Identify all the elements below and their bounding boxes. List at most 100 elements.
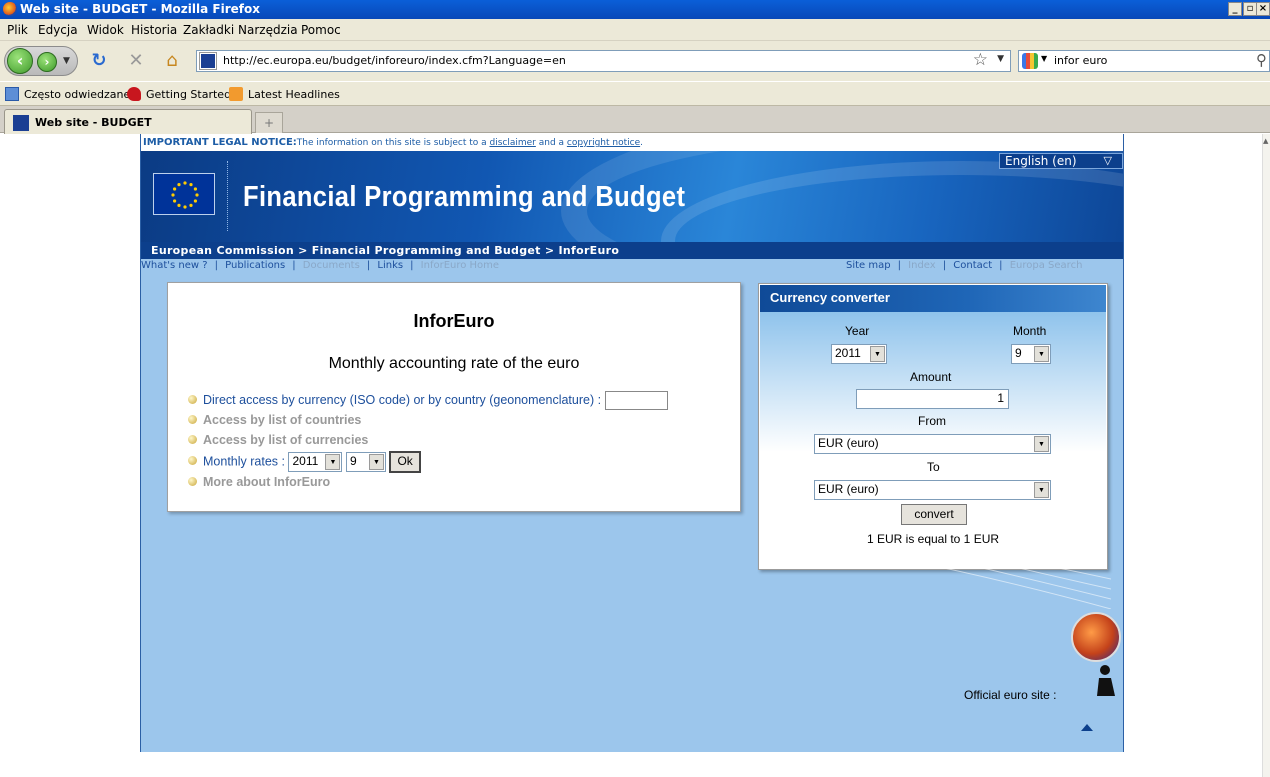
bookmark-star-icon[interactable]: ☆ bbox=[973, 50, 988, 70]
divider: | bbox=[214, 260, 218, 271]
list-of-currencies-link[interactable]: Access by list of currencies bbox=[203, 433, 368, 447]
search-input[interactable]: infor euro bbox=[1054, 54, 1107, 67]
bullet-icon bbox=[188, 456, 197, 466]
bookmark-label: Latest Headlines bbox=[248, 88, 340, 101]
converter-year-select[interactable]: 2011 ▼ bbox=[831, 344, 887, 364]
chevron-down-icon[interactable]: ▼ bbox=[368, 454, 384, 470]
link-index: Index bbox=[908, 260, 936, 271]
bookmark-czesto-odwiedzane[interactable]: Często odwiedzane bbox=[5, 87, 130, 101]
link-publications[interactable]: Publications bbox=[225, 260, 285, 271]
close-button[interactable]: × bbox=[1256, 2, 1270, 16]
divider: | bbox=[410, 260, 414, 271]
navigation-toolbar: ‹ › ▼ ↻ ✕ ⌂ http://ec.europa.eu/budget/i… bbox=[0, 41, 1270, 81]
tab-label: Web site - BUDGET bbox=[35, 116, 152, 129]
minimize-button[interactable]: _ bbox=[1228, 2, 1242, 16]
site-banner: Financial Programming and Budget English… bbox=[141, 151, 1123, 242]
search-bar[interactable]: ▼ infor euro ⚲ bbox=[1018, 50, 1270, 72]
to-currency-value: EUR (euro) bbox=[818, 482, 879, 496]
chevron-down-icon[interactable]: ▼ bbox=[1034, 482, 1049, 498]
tab-web-site-budget[interactable]: Web site - BUDGET bbox=[4, 109, 252, 134]
divider: | bbox=[366, 260, 371, 271]
euro-globe-logo[interactable] bbox=[1071, 612, 1121, 662]
divider: | bbox=[897, 260, 901, 271]
chevron-down-icon: ▽ bbox=[1103, 154, 1112, 167]
language-selector[interactable]: English (en) ▽ bbox=[999, 153, 1123, 169]
bullet-icon bbox=[188, 415, 197, 424]
menu-zakladki[interactable]: Zakładki bbox=[183, 23, 234, 37]
folder-icon bbox=[5, 87, 19, 101]
menu-widok[interactable]: Widok bbox=[87, 23, 124, 37]
divider: | bbox=[942, 260, 947, 271]
currency-converter-panel: Currency converter Year Month 2011 ▼ 9 ▼ A… bbox=[758, 283, 1108, 570]
menu-plik[interactable]: Plik bbox=[7, 23, 28, 37]
google-search-engine-icon[interactable] bbox=[1022, 53, 1038, 69]
search-icon[interactable]: ⚲ bbox=[1256, 51, 1267, 69]
maximize-button[interactable]: ▫ bbox=[1243, 2, 1257, 16]
option-monthly-rates: Monthly rates : 2011 ▼ 9 ▼ Ok bbox=[188, 451, 421, 473]
history-dropdown-icon[interactable]: ▼ bbox=[63, 56, 70, 66]
currency-converter-header: Currency converter bbox=[760, 285, 1106, 312]
chevron-down-icon[interactable]: ▼ bbox=[1034, 346, 1049, 362]
chevron-down-icon[interactable]: ▼ bbox=[870, 346, 885, 362]
link-documents: Documents bbox=[302, 260, 360, 271]
list-of-countries-link[interactable]: Access by list of countries bbox=[203, 413, 361, 427]
stop-icon[interactable]: ✕ bbox=[126, 51, 146, 71]
url-dropdown-icon[interactable]: ▼ bbox=[997, 54, 1004, 64]
vertical-scrollbar[interactable]: ▲ bbox=[1262, 134, 1270, 777]
site-title: Financial Programming and Budget bbox=[243, 181, 686, 213]
new-tab-button[interactable]: + bbox=[255, 112, 283, 133]
currency-code-input[interactable] bbox=[605, 391, 669, 410]
window-title-bar: Web site - BUDGET - Mozilla Firefox _ ▫ … bbox=[0, 0, 1270, 19]
search-engine-dropdown-icon[interactable]: ▼ bbox=[1041, 54, 1047, 63]
monthly-year-select[interactable]: 2011 ▼ bbox=[288, 452, 343, 472]
language-value: English (en) bbox=[1005, 154, 1077, 168]
link-links[interactable]: Links bbox=[377, 260, 403, 271]
breadcrumb: European Commission > Financial Programm… bbox=[141, 242, 1123, 259]
legal-notice: IMPORTANT LEGAL NOTICE:The information o… bbox=[141, 134, 1123, 151]
monthly-month-select[interactable]: 9 ▼ bbox=[345, 452, 386, 472]
firefox-bookmark-icon bbox=[127, 87, 141, 101]
amount-input[interactable]: 1 bbox=[856, 389, 1009, 409]
menu-edycja[interactable]: Edycja bbox=[38, 23, 78, 37]
copyright-notice-link[interactable]: copyright notice bbox=[567, 138, 640, 148]
convert-button[interactable]: convert bbox=[901, 504, 967, 525]
ok-button[interactable]: Ok bbox=[389, 451, 421, 473]
bookmark-getting-started[interactable]: Getting Started bbox=[127, 87, 231, 101]
menu-narzedzia[interactable]: Narzędzia bbox=[238, 23, 298, 37]
eu-flag-logo bbox=[153, 173, 215, 215]
legal-notice-text1: The information on this site is subject … bbox=[296, 138, 490, 148]
home-icon[interactable]: ⌂ bbox=[162, 51, 182, 71]
amount-label: Amount bbox=[910, 370, 952, 384]
url-text[interactable]: http://ec.europa.eu/budget/inforeuro/ind… bbox=[223, 54, 566, 67]
option-list-of-countries: Access by list of countries bbox=[188, 413, 361, 427]
panel-title: InforEuro bbox=[413, 311, 495, 331]
from-currency-select[interactable]: EUR (euro) ▼ bbox=[814, 434, 1051, 454]
link-whats-new[interactable]: What's new ? bbox=[141, 260, 208, 271]
url-bar[interactable]: http://ec.europa.eu/budget/inforeuro/ind… bbox=[196, 50, 1011, 72]
converter-month-select[interactable]: 9 ▼ bbox=[1011, 344, 1051, 364]
to-label: To bbox=[927, 460, 940, 474]
monthly-rates-label: Monthly rates : bbox=[203, 454, 285, 469]
bookmark-latest-headlines[interactable]: Latest Headlines bbox=[229, 87, 340, 101]
link-contact[interactable]: Contact bbox=[953, 260, 992, 271]
top-links-left: What's new ? | Publications | Documents | L… bbox=[141, 260, 503, 271]
menu-pomoc[interactable]: Pomoc bbox=[301, 23, 341, 37]
disclaimer-link[interactable]: disclaimer bbox=[489, 138, 535, 148]
forward-button[interactable]: › bbox=[37, 52, 57, 72]
chevron-down-icon[interactable]: ▼ bbox=[1034, 436, 1049, 452]
back-button[interactable]: ‹ bbox=[7, 48, 33, 74]
to-currency-select[interactable]: EUR (euro) ▼ bbox=[814, 480, 1051, 500]
bullet-icon bbox=[188, 435, 197, 444]
back-to-top-icon[interactable] bbox=[1081, 724, 1093, 731]
chevron-down-icon[interactable]: ▼ bbox=[325, 454, 341, 470]
scroll-up-arrow-icon[interactable]: ▲ bbox=[1263, 137, 1268, 145]
direct-access-label[interactable]: Direct access by currency (ISO code) or … bbox=[203, 393, 601, 407]
web-page: IMPORTANT LEGAL NOTICE:The information o… bbox=[140, 134, 1124, 752]
converter-month-value: 9 bbox=[1015, 346, 1022, 360]
more-about-link[interactable]: More about InforEuro bbox=[203, 475, 330, 489]
menu-historia[interactable]: Historia bbox=[131, 23, 177, 37]
reload-icon[interactable]: ↻ bbox=[89, 51, 109, 71]
from-label: From bbox=[918, 414, 946, 428]
rss-feed-icon bbox=[229, 87, 243, 101]
link-site-map[interactable]: Site map bbox=[846, 260, 891, 271]
